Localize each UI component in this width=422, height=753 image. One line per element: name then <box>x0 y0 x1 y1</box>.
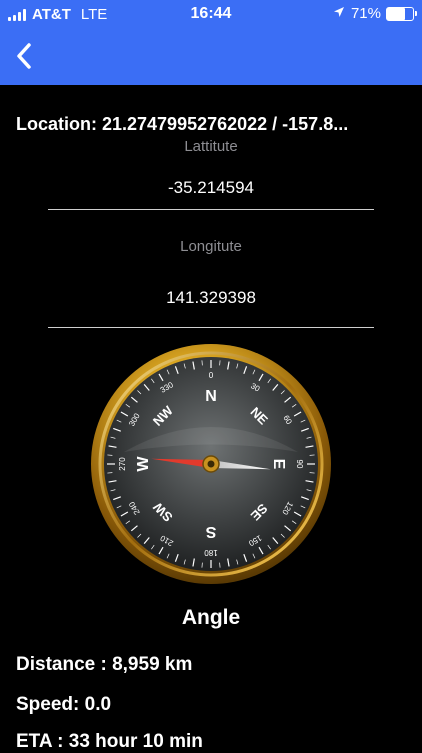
distance-text: Distance : 8,959 km <box>16 654 192 676</box>
status-right: 71% <box>333 5 414 22</box>
latitude-underline <box>48 209 374 210</box>
compass-direction-e: E <box>270 459 287 470</box>
speed-text: Speed: 0.0 <box>16 694 111 716</box>
compass-degree-label: 270 <box>118 457 127 471</box>
needle-hub-center <box>208 461 215 468</box>
compass-degree-label: 0 <box>209 371 214 380</box>
battery-level <box>387 8 405 20</box>
battery-percent: 71% <box>351 5 381 22</box>
longitude-input[interactable] <box>48 288 374 308</box>
compass-dial: 0306090120150180210240270300330 NNEESESS… <box>89 342 333 586</box>
longitude-underline <box>48 327 374 328</box>
latitude-label: Lattitute <box>0 138 422 155</box>
compass-direction-s: S <box>205 523 216 540</box>
compass-direction-n: N <box>205 388 217 405</box>
compass-direction-w: W <box>135 456 152 472</box>
compass-degree-label: 90 <box>295 460 304 469</box>
chevron-left-icon <box>8 38 44 74</box>
back-button[interactable] <box>8 38 44 74</box>
battery-icon <box>386 7 414 21</box>
latitude-input[interactable] <box>48 178 374 198</box>
nav-bar <box>0 30 422 85</box>
compass-degree-label: 180 <box>204 548 218 557</box>
status-bar: AT&T LTE 16:44 71% <box>0 0 422 30</box>
longitude-label: Longitute <box>0 238 422 255</box>
location-arrow-icon <box>333 6 345 21</box>
angle-label: Angle <box>0 606 422 630</box>
location-text: Location: 21.27479952762022 / -157.8... <box>16 114 416 135</box>
